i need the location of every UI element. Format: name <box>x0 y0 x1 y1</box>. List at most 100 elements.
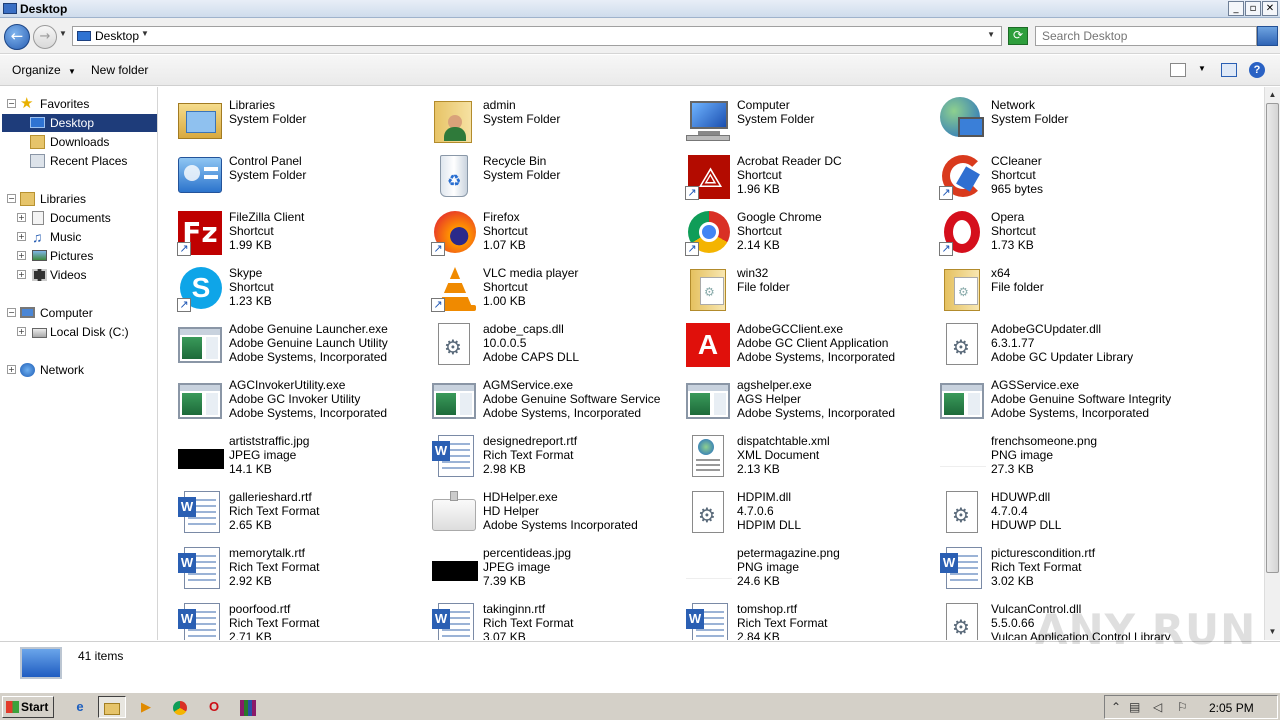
search-icon[interactable] <box>1257 26 1278 46</box>
address-input[interactable]: Desktop ▼ ▼ <box>72 26 1002 46</box>
file-item[interactable]: artiststraffic.jpg JPEG image 14.1 KB <box>160 427 410 479</box>
file-item[interactable]: ⚙ x64 File folder <box>922 259 1172 311</box>
file-item[interactable]: Computer System Folder <box>668 91 918 143</box>
opera-taskbar-icon[interactable]: O <box>200 696 228 718</box>
file-item[interactable]: agshelper.exe AGS Helper Adobe Systems, In… <box>668 371 918 423</box>
preview-pane-icon[interactable] <box>1221 63 1237 77</box>
file-item[interactable]: ♻ Recycle Bin System Folder <box>414 147 664 199</box>
file-item[interactable]: AGSService.exe Adobe Genuine Software Int… <box>922 371 1172 423</box>
file-item[interactable]: AGCInvokerUtility.exe Adobe GC Invoker Ut… <box>160 371 410 423</box>
file-item[interactable]: Wtakinginn.rtf Rich Text Format 3.07 KB <box>414 595 664 640</box>
expand-icon[interactable]: + <box>17 213 26 222</box>
file-item[interactable]: S ↗ Skype Shortcut 1.23 KB <box>160 259 410 312</box>
file-item[interactable]: Control Panel System Folder <box>160 147 410 199</box>
file-item[interactable]: ⚙ AdobeGCUpdater.dll 6.3.1.77 Adobe GC Upda… <box>922 315 1172 367</box>
refresh-icon[interactable]: ⟳ <box>1008 27 1028 45</box>
file-item[interactable]: HDHelper.exe HD Helper Adobe Systems Incor… <box>414 483 664 535</box>
nav-computer[interactable]: − Computer <box>0 304 157 322</box>
explorer-taskbar-icon[interactable] <box>98 696 126 718</box>
start-button[interactable]: Start <box>2 696 54 718</box>
file-item[interactable]: Wpoorfood.rtf Rich Text Format 2.71 KB <box>160 595 410 640</box>
file-item[interactable]: ⟁ ↗ Acrobat Reader DC Shortcut 1.96 KB <box>668 147 918 200</box>
view-options-dropdown-icon[interactable]: ▼ <box>1198 64 1206 73</box>
file-item[interactable]: Libraries System Folder <box>160 91 410 143</box>
nav-pictures[interactable]: + Pictures <box>0 247 157 265</box>
scroll-down-icon[interactable]: ▼ <box>1266 625 1279 639</box>
nav-desktop[interactable]: Desktop <box>2 114 157 132</box>
file-item[interactable]: ↗ Google Chrome Shortcut 2.14 KB <box>668 203 918 256</box>
nav-recent-places[interactable]: Recent Places <box>0 152 157 170</box>
file-item[interactable]: ↗ Firefox Shortcut 1.07 KB <box>414 203 664 256</box>
file-detail: 1.07 KB <box>483 238 526 252</box>
help-icon[interactable]: ? <box>1249 62 1265 78</box>
volume-icon[interactable]: ◁ <box>1153 700 1162 714</box>
organize-menu[interactable]: Organize ▼ <box>12 63 76 77</box>
expand-icon[interactable]: + <box>17 327 26 336</box>
recent-pages-dropdown-icon[interactable]: ▼ <box>59 29 67 38</box>
file-item[interactable]: petermagazine.png PNG image 24.6 KB <box>668 539 918 591</box>
clock[interactable]: 2:05 PM <box>1209 701 1254 715</box>
nav-music[interactable]: + ♫ Music <box>0 228 157 246</box>
search-box[interactable] <box>1035 26 1257 46</box>
collapse-icon[interactable]: − <box>7 194 16 203</box>
expand-icon[interactable]: + <box>17 232 26 241</box>
file-item[interactable]: Wgallerieshard.rtf Rich Text Format 2.65 K… <box>160 483 410 535</box>
file-type: PNG image <box>991 448 1054 462</box>
file-item[interactable]: ⚙ HDPIM.dll 4.7.0.6 HDPIM DLL <box>668 483 918 535</box>
file-item[interactable]: ⚙ adobe_caps.dll 10.0.0.5 Adobe CAPS DLL <box>414 315 664 367</box>
file-item[interactable]: AGMService.exe Adobe Genuine Software Ser… <box>414 371 664 423</box>
scroll-up-icon[interactable]: ▲ <box>1266 88 1279 102</box>
nav-videos[interactable]: + Videos <box>0 266 157 284</box>
media-player-icon[interactable]: ▶ <box>132 696 160 718</box>
minimize-button[interactable]: _ <box>1228 1 1244 16</box>
search-input[interactable] <box>1036 27 1246 45</box>
file-item[interactable]: Wpicturescondition.rtf Rich Text Format 3.… <box>922 539 1172 591</box>
nav-favorites[interactable]: − ★ Favorites <box>0 95 157 113</box>
nav-network[interactable]: + Network <box>0 361 157 379</box>
expand-icon[interactable]: + <box>17 270 26 279</box>
restore-button[interactable]: ▫ <box>1245 1 1261 16</box>
file-item[interactable]: Wmemorytalk.rtf Rich Text Format 2.92 KB <box>160 539 410 591</box>
file-item[interactable]: Wdesignedreport.rtf Rich Text Format 2.98 … <box>414 427 664 479</box>
action-center-flag-icon[interactable]: ⚐ <box>1177 700 1188 714</box>
internet-explorer-icon[interactable]: e <box>66 696 94 718</box>
file-item[interactable]: ↗ CCleaner Shortcut 965 bytes <box>922 147 1172 200</box>
file-item[interactable]: A AdobeGCClient.exe Adobe GC Client Applic… <box>668 315 918 367</box>
change-view-icon[interactable] <box>1170 63 1186 77</box>
network-tray-icon[interactable]: ▤ <box>1129 700 1140 714</box>
expand-icon[interactable]: + <box>17 251 26 260</box>
close-button[interactable]: ✕ <box>1262 1 1278 16</box>
collapse-icon[interactable]: − <box>7 99 16 108</box>
file-item[interactable]: ⚙ HDUWP.dll 4.7.0.4 HDUWP DLL <box>922 483 1172 535</box>
vertical-scrollbar[interactable]: ▲ ▼ <box>1264 87 1280 640</box>
file-item[interactable]: admin System Folder <box>414 91 664 143</box>
address-history-dropdown-icon[interactable]: ▼ <box>987 30 995 39</box>
new-folder-button[interactable]: New folder <box>91 63 148 77</box>
show-hidden-icons-icon[interactable]: ⌃ <box>1111 700 1121 714</box>
file-item[interactable]: Fz ↗ FileZilla Client Shortcut 1.99 KB <box>160 203 410 256</box>
back-button[interactable]: ← <box>4 24 30 50</box>
nav-libraries[interactable]: − Libraries <box>0 190 157 208</box>
desktop-location-icon <box>77 31 91 41</box>
nav-documents[interactable]: + Documents <box>0 209 157 227</box>
file-item[interactable]: dispatchtable.xml XML Document 2.13 KB <box>668 427 918 479</box>
file-item[interactable]: Wtomshop.rtf Rich Text Format 2.84 KB <box>668 595 918 640</box>
file-item[interactable]: ⚙ win32 File folder <box>668 259 918 311</box>
winrar-taskbar-icon[interactable] <box>234 696 262 718</box>
forward-button[interactable]: → <box>33 25 57 49</box>
collapse-icon[interactable]: − <box>7 308 16 317</box>
file-item[interactable]: Adobe Genuine Launcher.exe Adobe Genuine … <box>160 315 410 367</box>
file-item[interactable]: ↗ VLC media player Shortcut 1.00 KB <box>414 259 664 312</box>
file-name: HDUWP.dll <box>991 490 1051 504</box>
nav-downloads[interactable]: Downloads <box>0 133 157 151</box>
scroll-thumb[interactable] <box>1266 103 1279 573</box>
nav-local-disk[interactable]: + Local Disk (C:) <box>0 323 157 341</box>
file-detail: 24.6 KB <box>737 574 780 588</box>
file-item[interactable]: Network System Folder <box>922 91 1172 143</box>
file-item[interactable]: ↗ Opera Shortcut 1.73 KB <box>922 203 1172 256</box>
file-item[interactable]: percentideas.jpg JPEG image 7.39 KB <box>414 539 664 591</box>
file-item[interactable]: frenchsomeone.png PNG image 27.3 KB <box>922 427 1172 479</box>
chrome-taskbar-icon[interactable] <box>166 696 194 718</box>
expand-icon[interactable]: + <box>7 365 16 374</box>
breadcrumb-chevron-icon[interactable]: ▼ <box>141 29 149 38</box>
